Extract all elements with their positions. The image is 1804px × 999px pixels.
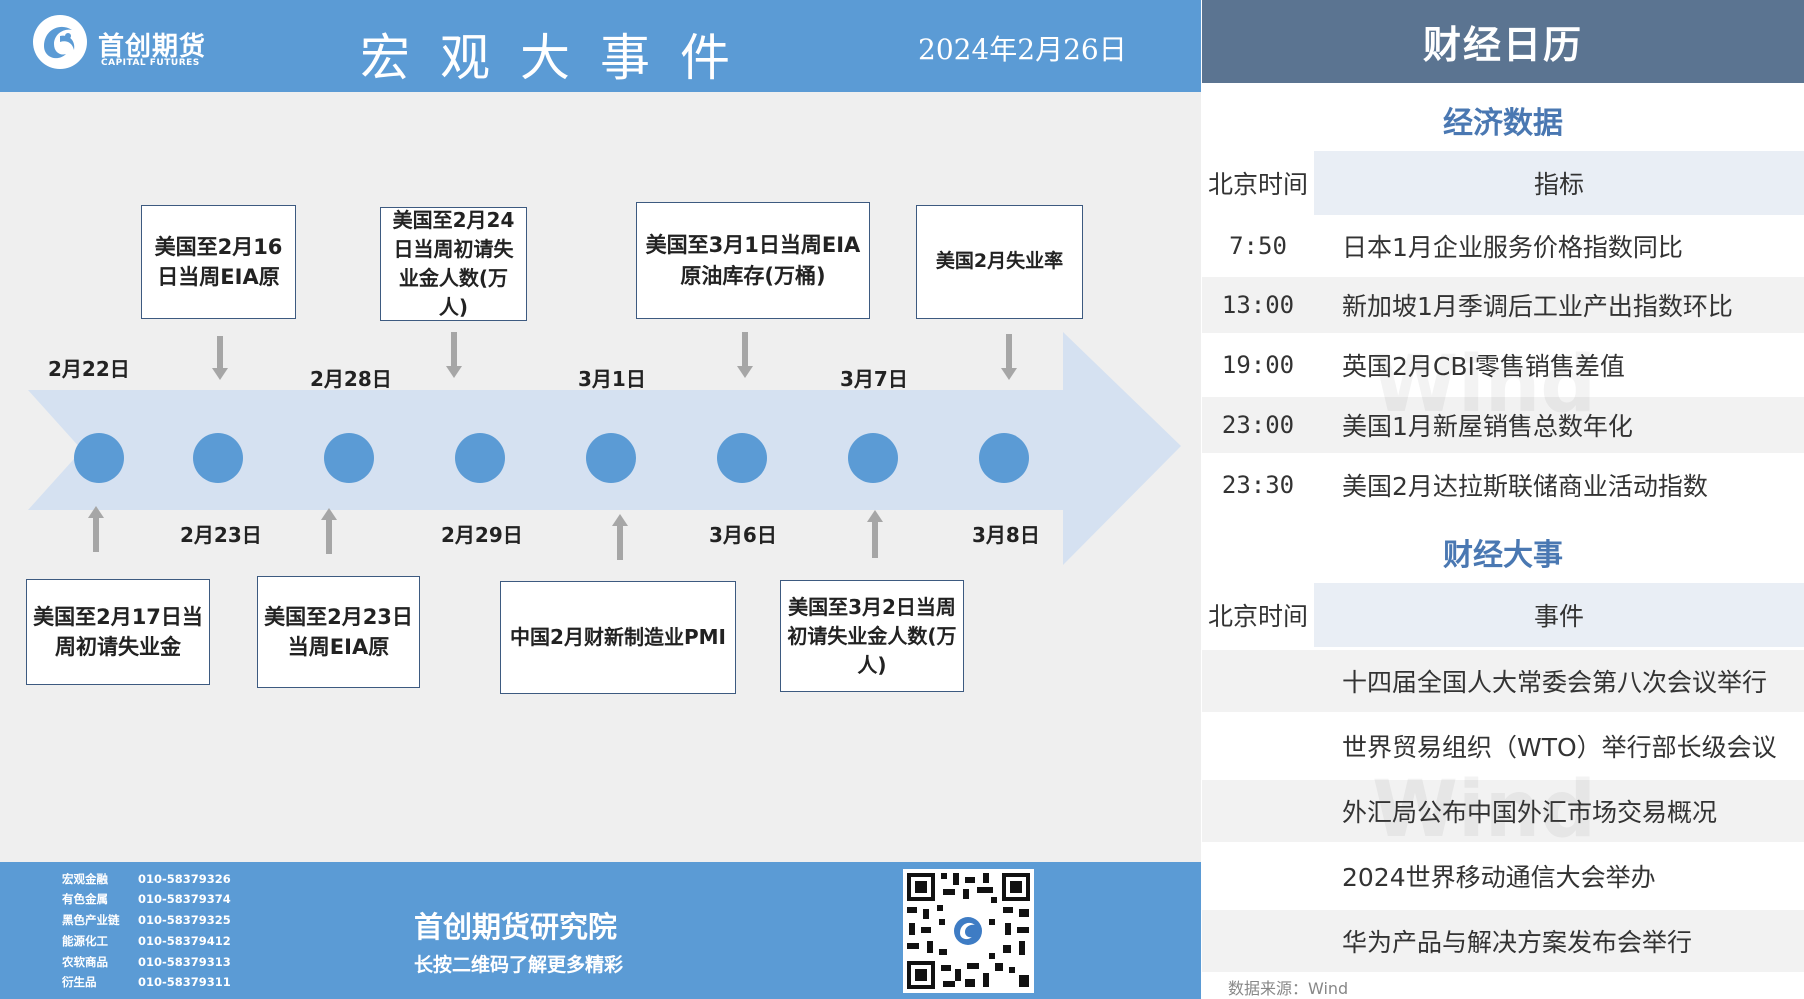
down-arrow-icon: [446, 332, 462, 378]
timeline-node: [848, 433, 898, 483]
event-box: 中国2月财新制造业PMI: [500, 581, 736, 694]
row-time: [1202, 715, 1314, 777]
down-arrow-icon: [737, 332, 753, 378]
brand-name-en: CAPITAL FUTURES: [101, 58, 200, 68]
table-header: 北京时间 事件: [1202, 583, 1804, 647]
date-label: 3月1日: [578, 367, 646, 391]
event-box: 美国至2月23日当周EIA原: [257, 576, 420, 688]
up-arrow-icon: [88, 506, 104, 552]
row-item: 华为产品与解决方案发布会举行: [1342, 928, 1693, 957]
watermark: Wind: [1372, 765, 1597, 855]
timeline-node: [74, 433, 124, 483]
table-row: 23:30 美国2月达拉斯联储商业活动指数: [1202, 457, 1804, 513]
table-row: 华为产品与解决方案发布会举行: [1202, 910, 1804, 972]
logo-icon: [33, 15, 87, 69]
event-box: 美国至3月2日当周初请失业金人数(万人): [780, 580, 964, 692]
macro-events-panel: 首创期货 CAPITAL FUTURES 宏观大事件 2024年2月26日 2月…: [0, 0, 1201, 999]
contact-line: 农软商品 010-58379313: [62, 955, 231, 969]
date-label: 3月7日: [840, 367, 908, 391]
down-arrow-icon: [1001, 334, 1017, 380]
qr-code[interactable]: [903, 869, 1034, 993]
event-box: 美国2月失业率: [916, 205, 1083, 319]
date-label: 3月8日: [972, 523, 1040, 547]
col-time-header: 北京时间: [1202, 583, 1314, 647]
col-item-header: 指标: [1533, 170, 1584, 199]
event-box: 美国至2月17日当周初请失业金: [26, 579, 210, 685]
slogan: 长按二维码了解更多精彩: [414, 954, 624, 976]
timeline-node: [324, 433, 374, 483]
financial-calendar: 财经日历 经济数据 北京时间 指标 7:50 日本1月企业服务价格指数同比 13…: [1202, 0, 1804, 999]
up-arrow-icon: [612, 514, 628, 560]
timeline-node: [193, 433, 243, 483]
timeline: 2月22日 2月28日 3月1日 3月7日 2月23日 2月29日 3月6日 3…: [0, 92, 1201, 862]
contact-line: 黑色产业链 010-58379325: [62, 913, 231, 927]
row-time: [1202, 910, 1314, 972]
date-label: 2月23日: [180, 523, 262, 547]
table-row: 十四届全国人大常委会第八次会议举行: [1202, 650, 1804, 712]
date-label: 3月6日: [709, 523, 777, 547]
row-item: 日本1月企业服务价格指数同比: [1342, 233, 1683, 262]
timeline-node: [717, 433, 767, 483]
data-source: 数据来源：Wind: [1228, 979, 1349, 998]
report-date: 2024年2月26日: [918, 33, 1127, 66]
date-label: 2月29日: [441, 523, 523, 547]
event-box: 美国至3月1日当周EIA原油库存(万桶): [636, 202, 870, 319]
calendar-title: 财经日历: [1202, 0, 1804, 83]
row-item: 新加坡1月季调后工业产出指数环比: [1342, 292, 1733, 321]
row-time: [1202, 780, 1314, 842]
row-time: 23:00: [1221, 411, 1295, 439]
row-time: [1202, 650, 1314, 712]
col-time-header: 北京时间: [1202, 151, 1314, 215]
row-item: 十四届全国人大常委会第八次会议举行: [1342, 668, 1768, 697]
table-header: 北京时间 指标: [1202, 151, 1804, 215]
row-time: 23:30: [1221, 471, 1295, 499]
up-arrow-icon: [321, 508, 337, 554]
date-label: 2月22日: [48, 357, 130, 381]
section-title-econ: 经济数据: [1443, 106, 1563, 141]
watermark: Wind: [1372, 340, 1597, 430]
institute-name: 首创期货研究院: [414, 910, 618, 944]
event-box: 美国至2月24日当周初请失业金人数(万人): [380, 207, 527, 321]
row-time: [1202, 845, 1314, 907]
row-time: 13:00: [1221, 291, 1295, 319]
timeline-node: [979, 433, 1029, 483]
date-label: 2月28日: [310, 367, 392, 391]
macro-header: 首创期货 CAPITAL FUTURES 宏观大事件 2024年2月26日: [0, 0, 1201, 92]
page-title: 宏观大事件: [360, 29, 760, 87]
contact-line: 衍生品 010-58379311: [62, 975, 231, 989]
row-item: 美国2月达拉斯联储商业活动指数: [1342, 472, 1708, 501]
row-time: 7:50: [1229, 232, 1287, 260]
contact-line: 有色金属 010-58379374: [62, 892, 231, 906]
section-title-events: 财经大事: [1443, 538, 1563, 573]
timeline-node: [455, 433, 505, 483]
event-box: 美国至2月16日当周EIA原: [141, 205, 296, 319]
up-arrow-icon: [867, 510, 883, 558]
table-row: 13:00 新加坡1月季调后工业产出指数环比: [1202, 277, 1804, 333]
contact-line: 宏观金融 010-58379326: [62, 872, 231, 886]
timeline-node: [586, 433, 636, 483]
table-row: 7:50 日本1月企业服务价格指数同比: [1202, 218, 1804, 274]
row-time: 19:00: [1221, 351, 1295, 379]
down-arrow-icon: [212, 336, 228, 380]
contact-line: 能源化工 010-58379412: [62, 934, 231, 948]
footer: 宏观金融 010-58379326 有色金属 010-58379374 黑色产业链 0…: [0, 862, 1201, 999]
col-item-header: 事件: [1533, 602, 1584, 631]
